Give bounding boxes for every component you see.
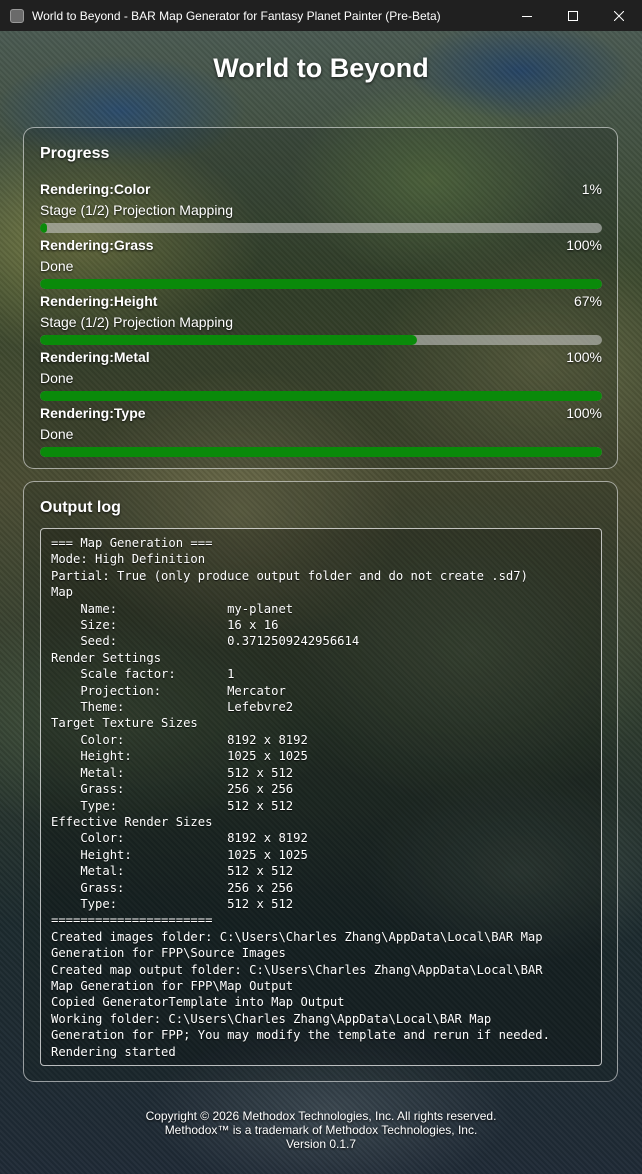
job-percent: 100% xyxy=(566,349,602,365)
log-line: Grass: 256 x 256 xyxy=(51,782,294,797)
output-log-textbox[interactable]: === Map Generation === Mode: High Definit… xyxy=(40,528,602,1066)
job-percent: 1% xyxy=(581,181,602,197)
minimize-icon xyxy=(522,15,532,17)
log-line: Type: 512 x 512 xyxy=(51,896,294,911)
close-button[interactable] xyxy=(596,0,642,31)
progress-bar xyxy=(40,335,602,345)
progress-item: Rendering:Height 67% Stage (1/2) Projectio… xyxy=(40,293,602,349)
log-line: Projection: Mercator xyxy=(51,683,286,698)
job-name: Rendering:Color xyxy=(40,181,151,197)
app-title: World to Beyond xyxy=(213,53,429,83)
log-line: Created map output folder: C:\Users\Char… xyxy=(51,962,543,977)
log-line: === Map Generation === xyxy=(51,536,213,550)
progress-heading: Progress xyxy=(40,145,110,162)
progress-bar-fill xyxy=(40,279,602,289)
main-content: World to Beyond Progress Rendering:Color… xyxy=(0,31,642,1174)
log-line: Size: 16 x 16 xyxy=(51,618,279,633)
log-line: Color: 8192 x 8192 xyxy=(51,831,308,846)
log-line: Name: my-planet xyxy=(51,601,294,616)
progress-bar-fill xyxy=(40,335,417,345)
log-line: Generation for FPP\Source Images xyxy=(51,946,286,961)
app-icon xyxy=(10,8,24,23)
log-line: Grass: 256 x 256 xyxy=(51,880,294,895)
progress-item: Rendering:Metal 100% Done xyxy=(40,349,602,405)
log-line: Effective Render Sizes xyxy=(51,814,213,829)
log-line: Copied GeneratorTemplate into Map Output xyxy=(51,995,345,1010)
window-titlebar[interactable]: World to Beyond - BAR Map Generator for … xyxy=(0,0,642,31)
job-status: Done xyxy=(40,258,74,274)
log-line: Working folder: C:\Users\Charles Zhang\A… xyxy=(51,1011,492,1026)
window-controls xyxy=(504,0,642,31)
log-line: Metal: 512 x 512 xyxy=(51,864,294,879)
log-line: Height: 1025 x 1025 xyxy=(51,749,308,764)
progress-bar-fill xyxy=(40,223,47,233)
progress-item: Rendering:Type 100% Done xyxy=(40,405,602,461)
progress-bar xyxy=(40,447,602,457)
progress-item: Rendering:Grass 100% Done xyxy=(40,237,602,293)
job-name: Rendering:Metal xyxy=(40,349,150,365)
copyright-text: Copyright © 2026 Methodox Technologies, … xyxy=(145,1109,497,1123)
log-line: Target Texture Sizes xyxy=(51,716,198,731)
progress-item: Rendering:Color 1% Stage (1/2) Projection … xyxy=(40,181,602,237)
output-log-heading: Output log xyxy=(40,499,121,516)
job-status: Stage (1/2) Projection Mapping xyxy=(40,314,233,330)
job-percent: 100% xyxy=(566,237,602,253)
progress-panel: Progress Rendering:Color 1% Stage (1/2) Pr… xyxy=(23,127,618,469)
maximize-button[interactable] xyxy=(550,0,596,31)
job-name: Rendering:Type xyxy=(40,405,146,421)
log-line: Generation for FPP; You may modify the t… xyxy=(51,1028,550,1043)
trademark-text: Methodox™ is a trademark of Methodox Tec… xyxy=(164,1123,478,1137)
log-line: Type: 512 x 512 xyxy=(51,798,294,813)
progress-bar-fill xyxy=(40,391,602,401)
log-line: Rendering started xyxy=(51,1044,176,1059)
job-percent: 67% xyxy=(573,293,602,309)
job-status: Done xyxy=(40,370,74,386)
job-name: Rendering:Grass xyxy=(40,237,154,253)
job-status: Stage (1/2) Projection Mapping xyxy=(40,202,233,218)
log-line: Height: 1025 x 1025 xyxy=(51,847,308,862)
log-line: ====================== xyxy=(51,913,213,928)
log-line: Seed: 0.3712509242956614 xyxy=(51,634,360,649)
job-status: Done xyxy=(40,426,74,442)
job-percent: 100% xyxy=(566,405,602,421)
progress-bar xyxy=(40,223,602,233)
log-line: Color: 8192 x 8192 xyxy=(51,732,308,747)
progress-bar xyxy=(40,391,602,401)
output-log-panel: Output log === Map Generation === Mode: H… xyxy=(23,481,618,1082)
progress-bar xyxy=(40,279,602,289)
log-line: Metal: 512 x 512 xyxy=(51,765,294,780)
log-line: Scale factor: 1 xyxy=(51,667,235,682)
log-line: Map Generation for FPP\Map Output xyxy=(51,978,294,993)
log-line: Map xyxy=(51,585,74,600)
log-line: Mode: High Definition xyxy=(51,552,206,567)
close-icon xyxy=(614,10,624,21)
maximize-icon xyxy=(568,10,578,21)
log-line: Partial: True (only produce output folde… xyxy=(51,568,528,583)
progress-bar-fill xyxy=(40,447,602,457)
log-line: Created images folder: C:\Users\Charles … xyxy=(51,929,543,944)
log-line: Theme: Lefebvre2 xyxy=(51,700,294,715)
version-text: Version 0.1.7 xyxy=(285,1137,357,1151)
log-line: Render Settings xyxy=(51,650,162,665)
minimize-button[interactable] xyxy=(504,0,550,31)
footer: Copyright © 2026 Methodox Technologies, … xyxy=(0,1109,642,1151)
window-title: World to Beyond - BAR Map Generator for … xyxy=(32,8,441,23)
job-name: Rendering:Height xyxy=(40,293,158,309)
